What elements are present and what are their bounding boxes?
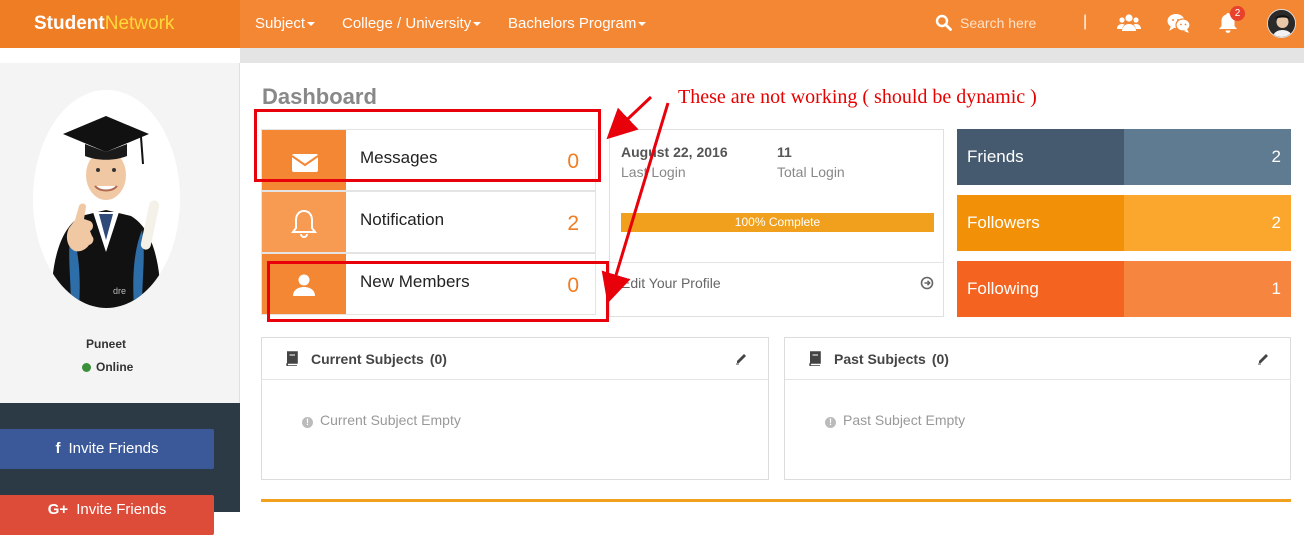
profile-picture[interactable]: dre [33, 90, 180, 308]
graduate-photo: dre [33, 90, 180, 308]
current-subjects-panel: Current Subjects (0) ! Current Subject Emp… [261, 337, 769, 480]
online-status: Online [82, 360, 133, 374]
google-invite-button[interactable]: G+ Invite Friends [0, 495, 214, 535]
circle-arrow-right-icon[interactable] [920, 276, 934, 290]
google-invite-label: Invite Friends [76, 501, 167, 518]
edit-profile-link[interactable]: Edit Your Profile [621, 275, 721, 291]
brand-logo[interactable]: StudentNetwork [34, 13, 174, 35]
watermark-text: dre [113, 286, 126, 296]
caret-down-icon [307, 22, 316, 27]
friends-value: 2 [1124, 129, 1291, 185]
stat-value: 2 [567, 212, 579, 235]
empty-message: ! Past Subject Empty [825, 412, 965, 428]
facebook-invite-label: Invite Friends [68, 440, 159, 457]
past-subjects-panel: Past Subjects (0) ! Past Subject Empty [784, 337, 1291, 480]
profile-name: Puneet [85, 337, 126, 351]
stat-icon-box [262, 192, 346, 252]
followers-label: Followers [957, 195, 1124, 251]
info-icon: ! [302, 417, 313, 428]
nav-subject-label: Subject [255, 15, 306, 32]
following-stat[interactable]: Following 1 [957, 261, 1291, 317]
facebook-invite-button[interactable]: f Invite Friends [0, 429, 214, 469]
stat-notification[interactable]: Notification 2 [261, 191, 596, 253]
content-top-strip [240, 48, 1304, 63]
login-info-card: August 22, 2016 Last Login 11 Total Logi… [609, 129, 944, 317]
panel-header: Past Subjects (0) [785, 338, 1290, 380]
panel-title: Current Subjects (0) [311, 351, 447, 367]
profile-progress-bar: 100% Complete [621, 213, 934, 232]
followers-stat[interactable]: Followers 2 [957, 195, 1291, 251]
orange-divider-line [261, 499, 1291, 502]
nav-college-label: College / University [342, 15, 472, 32]
nav-separator: | [1083, 13, 1088, 30]
chat-icon[interactable] [1167, 12, 1191, 34]
nav-college-dropdown[interactable]: College / University [342, 15, 482, 32]
book-icon [809, 351, 821, 366]
notification-count-badge: 2 [1230, 6, 1245, 21]
last-login-date: August 22, 2016 [621, 144, 728, 160]
friends-label: Friends [957, 129, 1124, 185]
top-navbar: StudentNetwork Subject College / Univers… [0, 0, 1304, 48]
book-icon [286, 351, 298, 366]
following-value: 1 [1124, 261, 1291, 317]
caret-down-icon [638, 22, 647, 27]
brand-text-primary: Student [34, 13, 105, 34]
annotation-text: These are not working ( should be dynami… [678, 86, 1037, 108]
followers-value: 2 [1124, 195, 1291, 251]
brand-text-secondary: Network [104, 13, 175, 34]
user-avatar[interactable] [1267, 9, 1296, 38]
pencil-icon[interactable] [1257, 352, 1270, 365]
panel-title: Past Subjects (0) [834, 351, 949, 367]
panel-title-text: Past Subjects [834, 351, 926, 367]
panel-title-text: Current Subjects [311, 351, 424, 367]
empty-message: ! Current Subject Empty [302, 412, 461, 428]
users-group-icon[interactable] [1117, 12, 1141, 34]
friends-stat[interactable]: Friends 2 [957, 129, 1291, 185]
google-plus-icon: G+ [47, 501, 69, 518]
last-login-label: Last Login [621, 164, 686, 180]
annotation-box-messages [254, 109, 601, 182]
annotation-box-new-members [267, 261, 609, 322]
progress-fill: 100% Complete [621, 213, 934, 232]
page-title: Dashboard [262, 84, 377, 109]
stat-label: Notification [360, 210, 445, 229]
panel-count: (0) [429, 351, 447, 367]
nav-subject-dropdown[interactable]: Subject [255, 15, 316, 32]
divider [610, 262, 943, 263]
brand-area: StudentNetwork [0, 0, 240, 48]
search-input[interactable] [960, 12, 1070, 34]
total-login-count: 11 [777, 144, 792, 160]
search-icon[interactable] [935, 14, 953, 32]
nav-bachelors-label: Bachelors Program [508, 15, 637, 32]
total-login-label: Total Login [777, 164, 845, 180]
panel-count: (0) [931, 351, 949, 367]
annotation-arrow-1 [606, 95, 653, 140]
sidebar-top-strip [0, 48, 240, 63]
online-dot-icon [82, 363, 91, 372]
bell-icon [291, 209, 317, 238]
panel-header: Current Subjects (0) [262, 338, 768, 380]
caret-down-icon [473, 22, 482, 27]
status-label: Online [96, 360, 134, 374]
avatar-image [1268, 10, 1295, 37]
empty-text: Current Subject Empty [320, 412, 461, 428]
nav-bachelors-dropdown[interactable]: Bachelors Program [508, 15, 647, 32]
empty-text: Past Subject Empty [843, 412, 966, 428]
info-icon: ! [825, 417, 836, 428]
following-label: Following [957, 261, 1124, 317]
pencil-icon[interactable] [735, 352, 748, 365]
facebook-icon: f [55, 440, 61, 457]
